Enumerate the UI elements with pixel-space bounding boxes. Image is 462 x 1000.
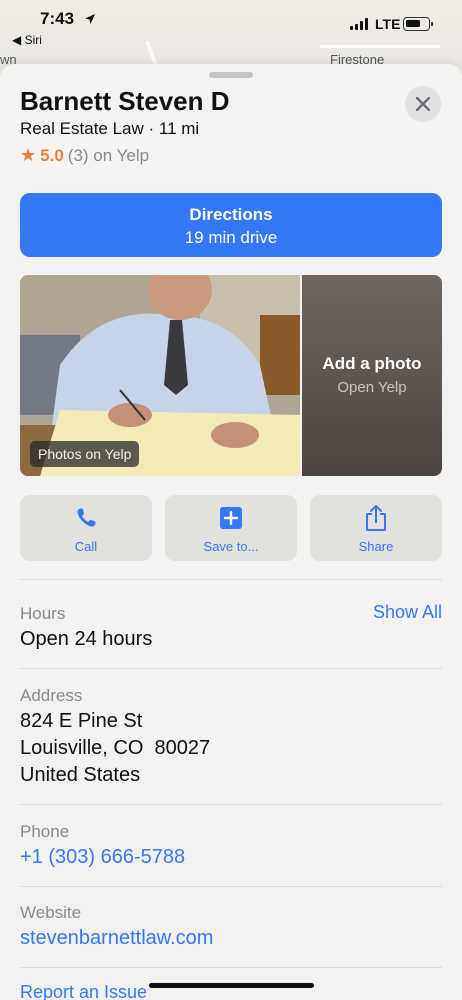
save-to-button[interactable]: Save to... bbox=[165, 495, 297, 561]
divider bbox=[20, 804, 442, 805]
place-card: Barnett Steven D Real Estate Law · 11 mi… bbox=[0, 64, 462, 1000]
open-yelp-label: Open Yelp bbox=[337, 379, 407, 396]
battery-icon bbox=[403, 17, 433, 31]
phone-number-link[interactable]: +1 (303) 666-5788 bbox=[20, 846, 185, 869]
divider bbox=[20, 967, 442, 968]
website-label: Website bbox=[20, 903, 82, 922]
network-type: LTE bbox=[375, 16, 401, 32]
directions-button[interactable]: Directions 19 min drive bbox=[20, 193, 442, 257]
call-label: Call bbox=[74, 539, 98, 554]
rating-score: 5.0 bbox=[40, 145, 64, 165]
hours-value: Open 24 hours bbox=[20, 628, 153, 650]
close-button[interactable] bbox=[405, 86, 441, 122]
directions-eta: 19 min drive bbox=[184, 228, 278, 247]
status-time: 7:43 bbox=[40, 9, 75, 28]
rating[interactable]: ★ 5.0 (3) on Yelp bbox=[20, 145, 149, 166]
share-label: Share bbox=[358, 539, 394, 554]
add-photo-title: Add a photo bbox=[322, 354, 422, 373]
close-icon bbox=[416, 97, 430, 111]
report-issue-link[interactable]: Report an Issue bbox=[20, 982, 147, 1000]
divider bbox=[20, 886, 442, 887]
call-button[interactable]: Call bbox=[20, 495, 152, 561]
home-indicator[interactable] bbox=[149, 983, 314, 988]
share-icon bbox=[366, 505, 386, 531]
action-buttons: Call Save to... Share bbox=[20, 495, 442, 561]
cellular-signal-icon bbox=[350, 18, 368, 30]
location-arrow-icon bbox=[85, 14, 95, 24]
hours-label: Hours bbox=[20, 604, 66, 623]
phone-icon bbox=[77, 508, 96, 527]
address-line-3[interactable]: United States bbox=[20, 762, 140, 789]
rating-count: (3) on Yelp bbox=[67, 145, 150, 165]
address-label: Address bbox=[20, 686, 83, 705]
divider bbox=[20, 668, 442, 669]
sheet-grabber[interactable] bbox=[209, 72, 253, 78]
show-all-hours-link[interactable]: Show All bbox=[373, 602, 442, 623]
star-icon: ★ bbox=[20, 145, 37, 165]
website-link[interactable]: stevenbarnettlaw.com bbox=[20, 927, 213, 950]
share-button[interactable]: Share bbox=[310, 495, 442, 561]
add-photo-tile[interactable]: Add a photo Open Yelp bbox=[302, 275, 442, 476]
place-category-distance: Real Estate Law · 11 mi bbox=[20, 119, 200, 138]
place-name: Barnett Steven D bbox=[20, 86, 230, 116]
plus-square-icon bbox=[220, 507, 242, 529]
save-to-label: Save to... bbox=[203, 539, 259, 554]
address-line-2[interactable]: Louisville, CO 80027 bbox=[20, 735, 210, 762]
phone-label: Phone bbox=[20, 822, 70, 841]
back-to-siri-link[interactable]: ◀ Siri bbox=[12, 33, 42, 47]
address-line-1[interactable]: 824 E Pine St bbox=[20, 708, 142, 735]
divider bbox=[20, 579, 442, 580]
status-bar: 7:43 ◀ Siri LTE bbox=[0, 0, 462, 50]
directions-label: Directions bbox=[189, 205, 273, 224]
photos-on-yelp-badge[interactable]: Photos on Yelp bbox=[30, 441, 140, 467]
